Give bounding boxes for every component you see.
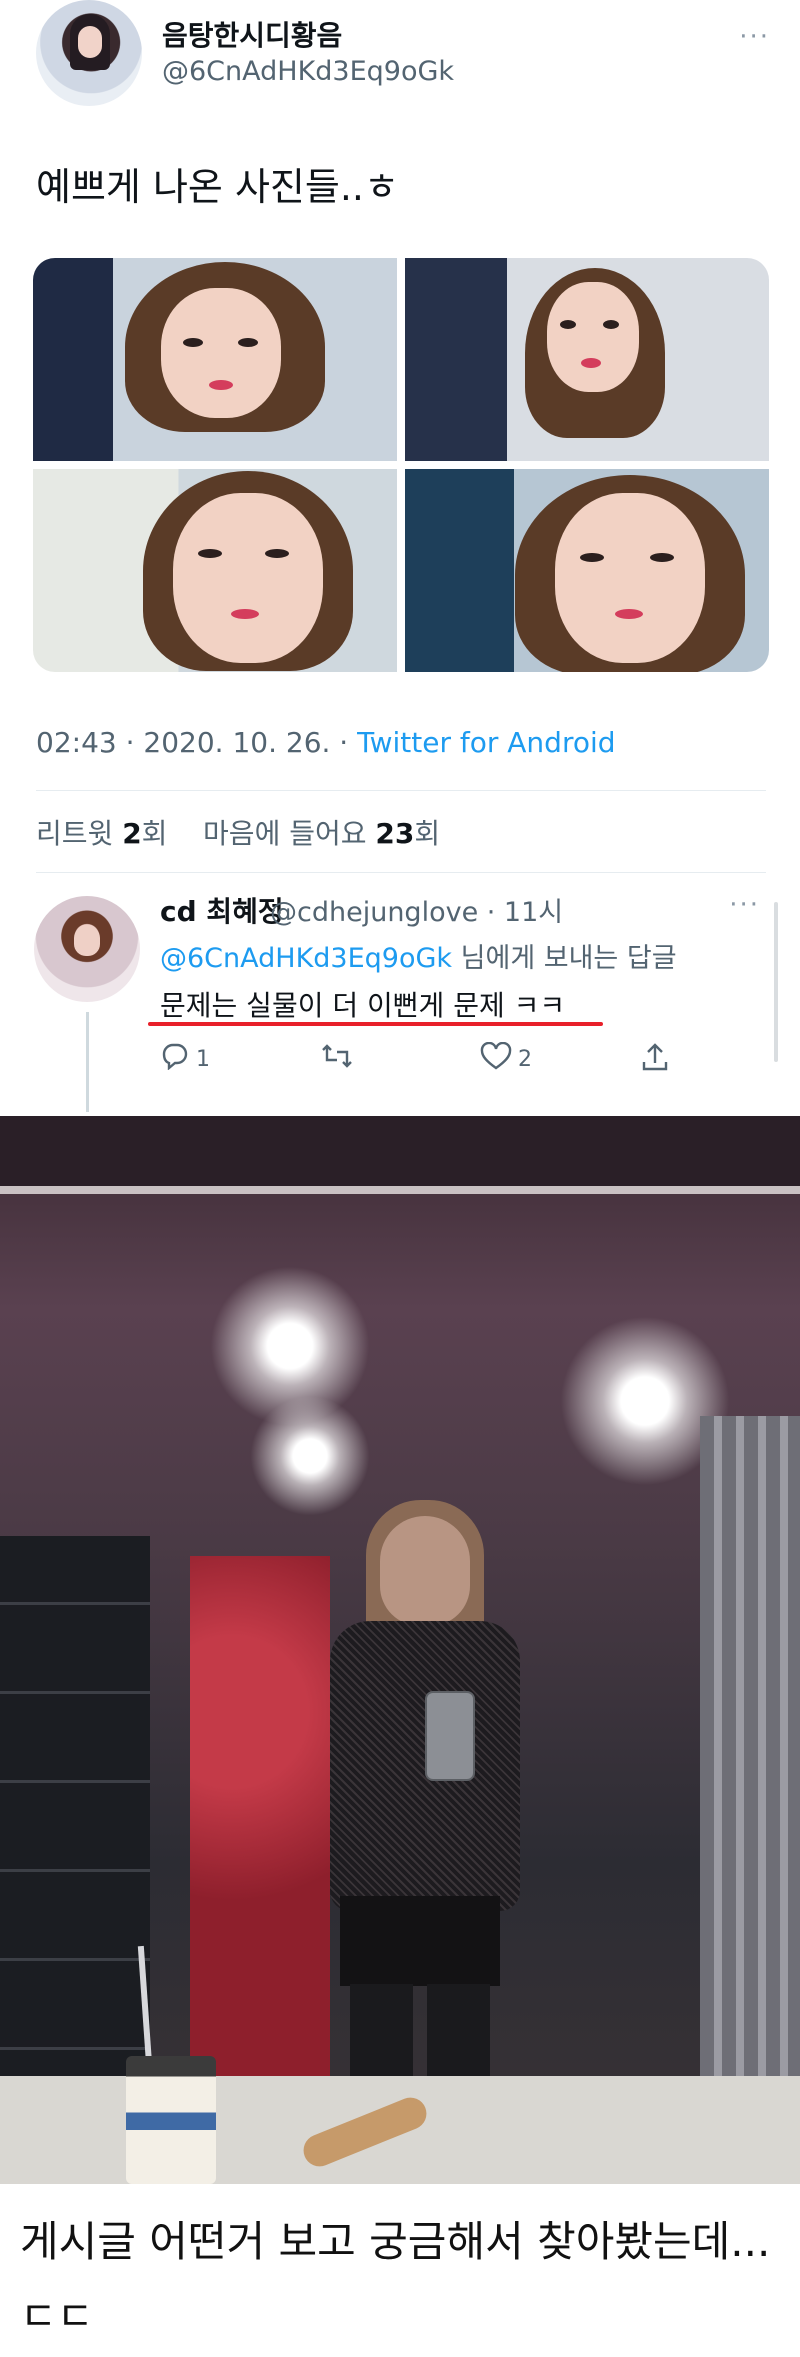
- tile-wall: [0, 1536, 150, 2136]
- reply-author-handle[interactable]: @cdhejunglove · 11시: [270, 890, 563, 929]
- skirt: [340, 1896, 500, 1986]
- like-icon: [480, 1041, 512, 1070]
- share-icon: [642, 1043, 668, 1071]
- tweet-text: 예쁘게 나온 사진들..ㅎ: [36, 165, 399, 209]
- reply-actions: 1 2: [160, 1041, 680, 1082]
- like-unit: 회: [414, 817, 441, 850]
- phone: [425, 1691, 475, 1781]
- ceiling-light: [250, 1396, 370, 1516]
- reply-author-name[interactable]: cd 최혜정: [160, 890, 284, 930]
- reply-avatar[interactable]: [34, 896, 140, 1002]
- author-name[interactable]: 음탕한시디황음: [162, 14, 342, 54]
- tweet-timestamp: 02:43 · 2020. 10. 26. ·: [36, 726, 358, 759]
- highlight-underline: [148, 1022, 603, 1026]
- retweet-label: 리트윗: [36, 817, 123, 850]
- tweet-meta: 02:43 · 2020. 10. 26. · Twitter for Andr…: [36, 726, 616, 759]
- divider: [36, 872, 766, 873]
- author-handle[interactable]: @6CnAdHKd3Eq9oGk: [162, 56, 454, 87]
- reply-to-suffix: 님에게 보내는 답글: [452, 943, 677, 974]
- photo-2[interactable]: [405, 258, 769, 461]
- more-icon[interactable]: ···: [739, 22, 770, 52]
- more-icon[interactable]: ···: [729, 890, 760, 920]
- reply-icon: [162, 1043, 188, 1071]
- tweet-header: 음탕한시디황음 @6CnAdHKd3Eq9oGk ···: [36, 0, 776, 110]
- red-wallpaper: [190, 1556, 330, 2076]
- retweet-unit: 회: [141, 817, 168, 850]
- avatar-face: [78, 26, 102, 58]
- scrollbar[interactable]: [774, 902, 778, 1062]
- post-caption-2: ㄷㄷ: [20, 2294, 94, 2340]
- ceiling: [0, 1116, 800, 1186]
- reply-action[interactable]: 1: [160, 1042, 210, 1077]
- like-stat[interactable]: 마음에 들어요 23회: [203, 817, 440, 850]
- tweet-stats: 리트윗 2회 마음에 들어요 23회: [36, 812, 440, 852]
- reply-count: 1: [196, 1047, 210, 1072]
- photo-3[interactable]: [33, 469, 397, 672]
- thread-line: [86, 1012, 89, 1112]
- photo-4[interactable]: [405, 469, 769, 672]
- like-action[interactable]: 2: [480, 1041, 532, 1077]
- divider: [36, 790, 766, 791]
- curtain: [700, 1416, 800, 2176]
- tweet-source[interactable]: Twitter for Android: [357, 726, 615, 759]
- mirror-selfie-photo: [0, 1116, 800, 2184]
- replying-to: @6CnAdHKd3Eq9oGk 님에게 보내는 답글: [160, 936, 677, 975]
- media-grid: [33, 258, 769, 672]
- like-count: 2: [518, 1047, 532, 1072]
- retweet-count: 2: [122, 817, 142, 850]
- mirror-frame: [0, 1186, 800, 1194]
- reply-avatar-face: [74, 926, 100, 956]
- retweet-action[interactable]: [320, 1042, 360, 1077]
- reply-mention[interactable]: @6CnAdHKd3Eq9oGk: [160, 943, 452, 974]
- share-action[interactable]: [640, 1042, 670, 1079]
- author-avatar[interactable]: [36, 0, 142, 106]
- like-count: 23: [375, 817, 415, 850]
- photo-1[interactable]: [33, 258, 397, 461]
- person-head: [380, 1516, 470, 1626]
- retweet-icon: [322, 1044, 352, 1068]
- post-caption: 게시글 어떤거 보고 궁금해서 찾아봤는데...: [20, 2217, 771, 2266]
- coffee-cup: [126, 2056, 216, 2184]
- reply-text: 문제는 실물이 더 이뻔게 문제 ㅋㅋ: [160, 989, 566, 1022]
- retweet-stat[interactable]: 리트윗 2회: [36, 817, 167, 850]
- like-label: 마음에 들어요: [203, 817, 376, 850]
